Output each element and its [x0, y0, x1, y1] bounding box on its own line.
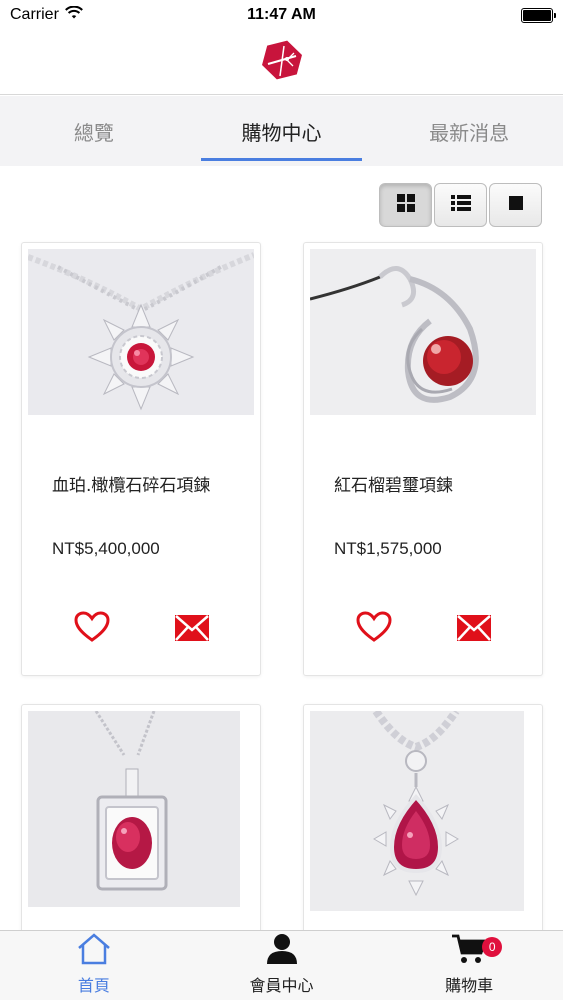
heart-icon[interactable]: [74, 611, 110, 643]
app-header: [0, 30, 563, 95]
product-price: NT$1,575,000: [334, 539, 442, 558]
view-toggles: [379, 183, 542, 227]
ruby-logo-icon: [260, 38, 304, 87]
necklace-image[interactable]: [28, 249, 254, 415]
list-view-button[interactable]: [434, 183, 487, 227]
product-name: 紅石榴碧璽項鍊: [334, 476, 453, 496]
product-card[interactable]: 紅石榴碧璽項鍊 NT$1,575,000: [303, 242, 543, 676]
product-card[interactable]: 血珀.橄欖石碎石項鍊 NT$5,400,000: [21, 242, 261, 676]
battery-icon: [521, 7, 556, 23]
ruby-pendant-image[interactable]: [28, 711, 240, 907]
nav-member-label: 會員中心: [249, 976, 314, 995]
cart-icon: [451, 933, 488, 970]
status-bar: Carrier 11:47 AM: [0, 0, 563, 30]
pendant-image[interactable]: [310, 249, 536, 415]
list-view-icon: [450, 194, 471, 217]
bottom-nav: 首頁 會員中心 0 購物車: [0, 930, 563, 1000]
grid-view-button[interactable]: [379, 183, 432, 227]
grid-view-icon: [396, 193, 415, 217]
nav-home[interactable]: 首頁: [0, 931, 188, 1000]
status-left: Carrier: [10, 5, 83, 25]
cart-badge: 0: [482, 937, 503, 957]
member-icon: [265, 933, 299, 970]
product-price: NT$5,400,000: [52, 539, 160, 558]
wifi-icon: [64, 5, 83, 25]
mail-icon[interactable]: [174, 613, 210, 643]
product-name: 血珀.橄欖石碎石項鍊: [52, 476, 211, 496]
ruby-drop-pendant-image[interactable]: [310, 711, 524, 911]
tab-bar: 總覽 購物中心 最新消息: [0, 96, 563, 166]
single-view-button[interactable]: [489, 183, 542, 227]
heart-icon[interactable]: [356, 611, 392, 643]
single-view-icon: [508, 195, 523, 215]
nav-cart[interactable]: 0 購物車: [375, 931, 563, 1000]
battery-fill: [523, 9, 551, 21]
nav-home-label: 首頁: [77, 976, 110, 995]
mail-icon[interactable]: [456, 613, 492, 643]
nav-cart-label: 購物車: [445, 976, 494, 995]
tab-overview[interactable]: 總覽: [0, 96, 188, 166]
product-card[interactable]: [303, 704, 543, 934]
tab-news[interactable]: 最新消息: [375, 96, 563, 166]
home-icon: [76, 933, 112, 970]
nav-member[interactable]: 會員中心: [188, 931, 376, 1000]
carrier-label: Carrier: [10, 6, 59, 23]
tab-shopping-center[interactable]: 購物中心: [188, 96, 376, 166]
status-time: 11:47 AM: [247, 6, 316, 23]
product-card[interactable]: [21, 704, 261, 934]
